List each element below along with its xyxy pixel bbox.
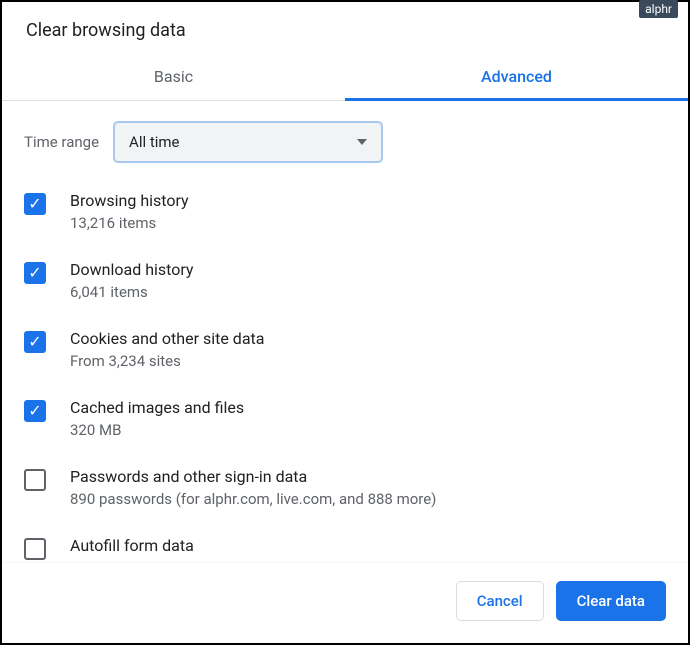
item-subtitle: 6,041 items: [70, 283, 194, 301]
list-item: Autofill form data: [24, 536, 674, 560]
item-subtitle: From 3,234 sites: [70, 352, 264, 370]
dialog-content[interactable]: Time range All time ✓ Browsing history 13,…: [2, 101, 688, 562]
tab-advanced[interactable]: Advanced: [345, 55, 688, 100]
checkmark-icon: ✓: [28, 196, 41, 212]
item-text: Download history 6,041 items: [70, 260, 194, 301]
item-title: Cached images and files: [70, 398, 244, 417]
list-item: ✓ Browsing history 13,216 items: [24, 191, 674, 232]
item-title: Cookies and other site data: [70, 329, 264, 348]
tab-basic[interactable]: Basic: [2, 55, 345, 100]
item-title: Browsing history: [70, 191, 189, 210]
checkbox[interactable]: ✓: [24, 400, 46, 422]
item-text: Autofill form data: [70, 536, 194, 555]
watermark-badge: alphr: [639, 0, 678, 18]
checkmark-icon: ✓: [28, 265, 41, 281]
list-item: ✓ Download history 6,041 items: [24, 260, 674, 301]
time-range-value: All time: [129, 133, 179, 151]
item-text: Browsing history 13,216 items: [70, 191, 189, 232]
clear-browsing-data-dialog: Clear browsing data Basic Advanced Time …: [2, 2, 688, 643]
checkbox[interactable]: [24, 538, 46, 560]
checkbox[interactable]: ✓: [24, 331, 46, 353]
item-subtitle: 890 passwords (for alphr.com, live.com, …: [70, 490, 436, 508]
tabs: Basic Advanced: [2, 55, 688, 101]
checkbox[interactable]: ✓: [24, 262, 46, 284]
list-item: Passwords and other sign-in data 890 pass…: [24, 467, 674, 508]
chevron-down-icon: [357, 139, 367, 145]
dialog-footer: Cancel Clear data: [2, 562, 688, 643]
item-text: Cookies and other site data From 3,234 si…: [70, 329, 264, 370]
list-item: ✓ Cached images and files 320 MB: [24, 398, 674, 439]
dialog-title: Clear browsing data: [2, 2, 688, 55]
item-text: Cached images and files 320 MB: [70, 398, 244, 439]
list-item: ✓ Cookies and other site data From 3,234 s…: [24, 329, 674, 370]
time-range-select[interactable]: All time: [113, 121, 383, 163]
item-subtitle: 13,216 items: [70, 214, 189, 232]
item-title: Download history: [70, 260, 194, 279]
cancel-button[interactable]: Cancel: [456, 581, 544, 621]
time-range-label: Time range: [24, 133, 99, 151]
checkmark-icon: ✓: [28, 403, 41, 419]
clear-data-button[interactable]: Clear data: [556, 581, 666, 621]
checkbox[interactable]: [24, 469, 46, 491]
checkbox[interactable]: ✓: [24, 193, 46, 215]
item-text: Passwords and other sign-in data 890 pass…: [70, 467, 436, 508]
time-range-row: Time range All time: [24, 121, 674, 163]
checkmark-icon: ✓: [28, 334, 41, 350]
item-subtitle: 320 MB: [70, 421, 244, 439]
item-title: Autofill form data: [70, 536, 194, 555]
item-title: Passwords and other sign-in data: [70, 467, 436, 486]
